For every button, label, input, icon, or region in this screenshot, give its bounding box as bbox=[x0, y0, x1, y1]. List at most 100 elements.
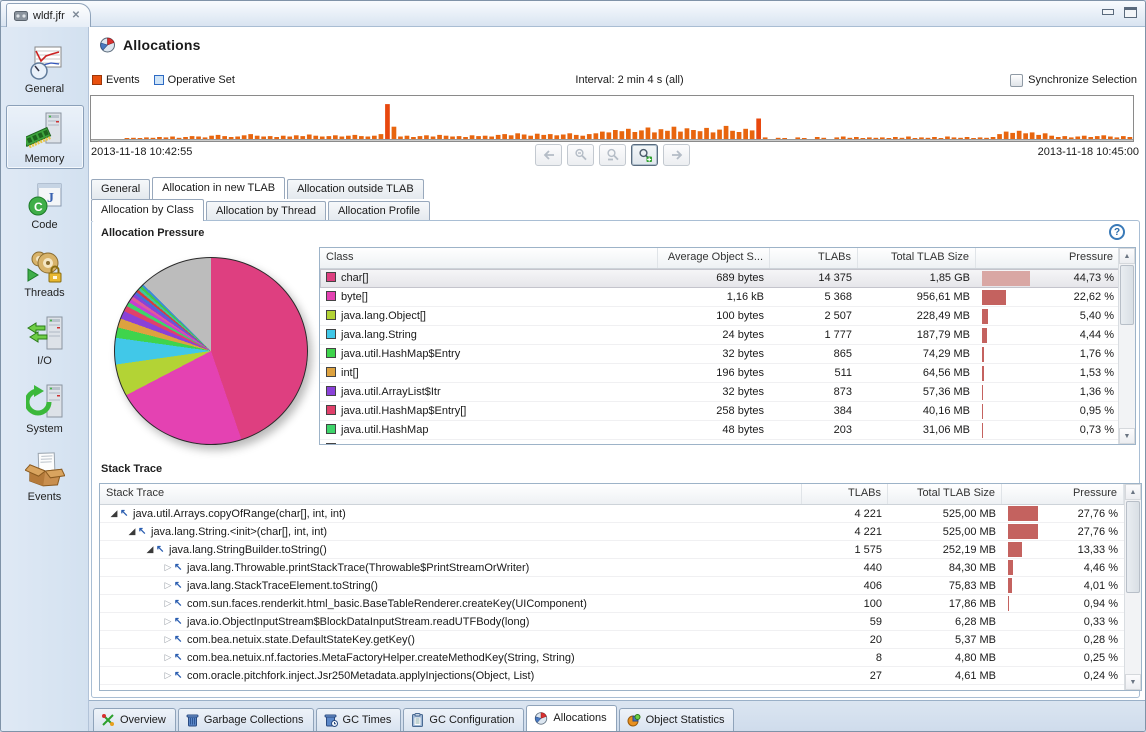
help-icon[interactable]: ? bbox=[1109, 224, 1125, 240]
tree-expand-icon[interactable]: ▷ bbox=[162, 580, 174, 591]
zoom-in-button[interactable] bbox=[631, 144, 658, 166]
editor-tab-strip: wldf.jfr ✕ bbox=[1, 1, 1145, 27]
class-color-swatch bbox=[326, 405, 336, 415]
stack-trace-row[interactable]: ▷↖com.oracle.pitchfork.inject.Jsr250Meta… bbox=[100, 667, 1141, 685]
column-header-total-tlab-size[interactable]: Total TLAB Size bbox=[858, 248, 976, 268]
column-header-tlabs[interactable]: TLABs bbox=[802, 484, 888, 504]
scrollbar-thumb[interactable] bbox=[1120, 265, 1134, 325]
editor-tab-wldf[interactable]: wldf.jfr ✕ bbox=[6, 3, 91, 27]
tab-gc-configuration[interactable]: GC Configuration bbox=[403, 708, 524, 731]
sidebar-item-label: Memory bbox=[7, 153, 83, 165]
stack-trace-row[interactable]: ◢↖java.lang.StringBuilder.toString()1 57… bbox=[100, 541, 1141, 559]
class-table-body: char[]689 bytes14 3751,85 GB44,73 %byte[… bbox=[320, 269, 1135, 444]
tab-overview[interactable]: Overview bbox=[93, 708, 176, 731]
tab-garbage-collections[interactable]: Garbage Collections bbox=[178, 708, 314, 731]
svg-text:J: J bbox=[47, 191, 54, 206]
sidebar-item-code[interactable]: J C Code bbox=[6, 175, 84, 235]
stack-frame-method: com.bea.netuix.state.DefaultStateKey.get… bbox=[187, 634, 415, 646]
tree-expand-icon[interactable]: ▷ bbox=[162, 616, 174, 627]
tree-expand-icon[interactable]: ▷ bbox=[162, 670, 174, 681]
class-row[interactable]: java.util.HashMap$Entry[]258 bytes38440,… bbox=[320, 402, 1135, 421]
allocations-page: Allocations Events Operative Set Interva… bbox=[89, 27, 1145, 731]
column-header-average-object-s-[interactable]: Average Object S... bbox=[658, 248, 770, 268]
stack-trace-row[interactable]: ▷↖com.bea.netuix.nf.factories.MetaFactor… bbox=[100, 649, 1141, 667]
tab-allocation-by-class[interactable]: Allocation by Class bbox=[91, 199, 204, 221]
class-color-swatch bbox=[326, 367, 336, 377]
stack-trace-row[interactable]: ◢↖java.util.Arrays.copyOfRange(char[], i… bbox=[100, 505, 1141, 523]
timeline-chart[interactable] bbox=[90, 95, 1134, 142]
maximize-icon[interactable] bbox=[1124, 7, 1137, 18]
class-row[interactable]: byte[]1,16 kB5 368956,61 MB22,62 % bbox=[320, 288, 1135, 307]
stack-trace-table: Stack TraceTLABsTotal TLAB SizePressure … bbox=[99, 483, 1142, 691]
gc-times-icon bbox=[324, 713, 338, 727]
class-row[interactable]: char[]689 bytes14 3751,85 GB44,73 % bbox=[320, 269, 1135, 288]
sidebar-item-general[interactable]: General bbox=[6, 39, 84, 99]
class-row[interactable]: java.util.HashMap48 bytes20331,06 MB0,73… bbox=[320, 421, 1135, 440]
stack-frame-icon: ↖ bbox=[174, 652, 187, 663]
column-header-total-tlab-size[interactable]: Total TLAB Size bbox=[888, 484, 1002, 504]
stack-table-scrollbar[interactable]: ▲ ▼ bbox=[1124, 484, 1141, 690]
stack-trace-row[interactable]: ▷↖java.io.ObjectInputStream$BlockDataInp… bbox=[100, 613, 1141, 631]
sidebar-item-io[interactable]: I/O bbox=[6, 309, 84, 371]
scroll-up-icon[interactable]: ▲ bbox=[1119, 248, 1135, 264]
column-header-class[interactable]: Class bbox=[320, 248, 658, 268]
class-color-swatch bbox=[326, 329, 336, 339]
pressure-bar bbox=[982, 271, 1030, 286]
class-table-scrollbar[interactable]: ▲ ▼ bbox=[1118, 248, 1135, 444]
class-row[interactable]: int[]196 bytes51164,56 MB1,53 % bbox=[320, 364, 1135, 383]
minimize-icon[interactable] bbox=[1101, 7, 1114, 18]
stack-frame-method: com.sun.faces.renderkit.html_basic.BaseT… bbox=[187, 598, 587, 610]
sidebar-item-events[interactable]: Events bbox=[6, 445, 84, 507]
column-header-pressure[interactable]: Pressure bbox=[1002, 484, 1124, 504]
tab-object-statistics[interactable]: Object Statistics bbox=[619, 708, 735, 731]
stack-trace-row[interactable]: ◢↖java.lang.String.<init>(char[], int, i… bbox=[100, 523, 1141, 541]
pan-left-button[interactable] bbox=[535, 144, 562, 166]
class-color-swatch bbox=[326, 310, 336, 320]
tab-allocation-profile[interactable]: Allocation Profile bbox=[328, 201, 430, 221]
zoom-out-button[interactable] bbox=[567, 144, 594, 166]
scroll-up-icon[interactable]: ▲ bbox=[1125, 484, 1141, 500]
sidebar-item-memory[interactable]: Memory bbox=[6, 105, 84, 169]
stack-trace-row[interactable]: ▷↖com.sun.faces.renderkit.html_basic.Bas… bbox=[100, 595, 1141, 613]
pan-right-button[interactable] bbox=[663, 144, 690, 166]
class-row[interactable]: java.lang.Object[]100 bytes2 507228,49 M… bbox=[320, 307, 1135, 326]
synchronize-checkbox[interactable] bbox=[1010, 74, 1023, 87]
class-row[interactable]: java.util.ArrayList$Itr32 bytes87357,36 … bbox=[320, 383, 1135, 402]
tab-allocation-in-new-tlab[interactable]: Allocation in new TLAB bbox=[152, 177, 285, 199]
stack-trace-row[interactable]: ▷↖java.lang.Throwable.printStackTrace(Th… bbox=[100, 559, 1141, 577]
sidebar-item-system[interactable]: System bbox=[6, 377, 84, 439]
column-header-tlabs[interactable]: TLABs bbox=[770, 248, 858, 268]
scrollbar-thumb[interactable] bbox=[1126, 501, 1140, 593]
threads-icon bbox=[26, 247, 64, 285]
tab-allocation-outside-tlab[interactable]: Allocation outside TLAB bbox=[287, 179, 424, 199]
tree-collapse-icon[interactable]: ◢ bbox=[108, 508, 120, 519]
class-row[interactable]: java.util.HashMap$Entry32 bytes86574,29 … bbox=[320, 345, 1135, 364]
class-row[interactable]: java.lang.String24 bytes1 777187,79 MB4,… bbox=[320, 326, 1135, 345]
tab-allocations[interactable]: Allocations bbox=[526, 705, 616, 731]
tab-allocation-by-thread[interactable]: Allocation by Thread bbox=[206, 201, 326, 221]
tree-expand-icon[interactable]: ▷ bbox=[162, 652, 174, 663]
sidebar-item-label: I/O bbox=[7, 355, 83, 367]
column-header-stack-trace[interactable]: Stack Trace bbox=[100, 484, 802, 504]
tree-expand-icon[interactable]: ▷ bbox=[162, 562, 174, 573]
scroll-down-icon[interactable]: ▼ bbox=[1125, 674, 1141, 690]
tree-collapse-icon[interactable]: ◢ bbox=[144, 544, 156, 555]
sidebar-item-threads[interactable]: Threads bbox=[6, 241, 84, 303]
tree-expand-icon[interactable]: ▷ bbox=[162, 634, 174, 645]
tree-expand-icon[interactable]: ▷ bbox=[162, 598, 174, 609]
close-icon[interactable]: ✕ bbox=[72, 10, 80, 21]
tab-general[interactable]: General bbox=[91, 179, 150, 199]
class-table-header: ClassAverage Object S...TLABsTotal TLAB … bbox=[320, 248, 1135, 269]
synchronize-selection[interactable]: Synchronize Selection bbox=[1010, 74, 1137, 87]
stack-trace-row[interactable]: ▷↖java.lang.StackTraceElement.toString()… bbox=[100, 577, 1141, 595]
tree-collapse-icon[interactable]: ◢ bbox=[126, 526, 138, 537]
class-row[interactable] bbox=[320, 440, 1135, 444]
operative-set-swatch-icon bbox=[154, 75, 164, 85]
stack-frame-method: java.lang.StringBuilder.toString() bbox=[169, 544, 327, 556]
stack-trace-row[interactable]: ▷↖com.bea.netuix.state.DefaultStateKey.g… bbox=[100, 631, 1141, 649]
zoom-selection-button[interactable] bbox=[599, 144, 626, 166]
allocation-pie-chart[interactable] bbox=[114, 257, 308, 445]
column-header-pressure[interactable]: Pressure bbox=[976, 248, 1120, 268]
scroll-down-icon[interactable]: ▼ bbox=[1119, 428, 1135, 444]
tab-gc-times[interactable]: GC Times bbox=[316, 708, 402, 731]
